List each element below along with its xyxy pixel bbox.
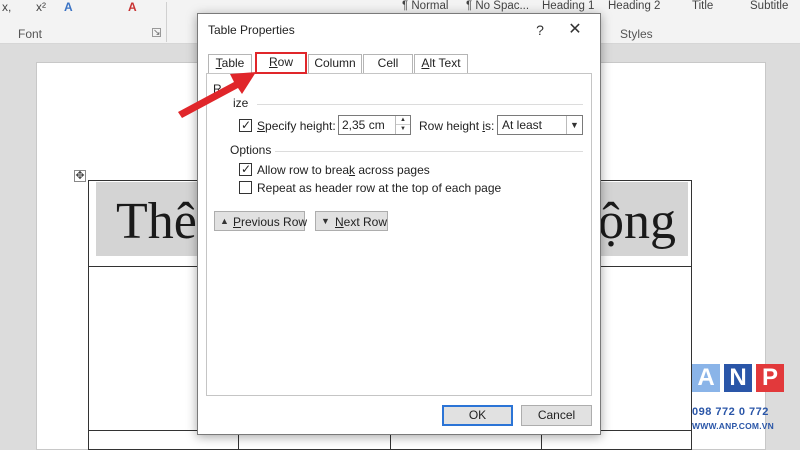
dialog-tabs: Table Row Column Cell Alt Text [208, 52, 588, 74]
repeat-header-row-checkbox[interactable] [239, 181, 252, 194]
logo-letter-a: A [692, 364, 720, 392]
next-row-button[interactable]: ▼ Next Row [315, 211, 388, 231]
tab-row[interactable]: Row [255, 52, 307, 74]
help-button[interactable]: ? [530, 20, 550, 40]
tab-column[interactable]: Column [308, 54, 362, 73]
cancel-button[interactable]: Cancel [521, 405, 592, 426]
styles-group-label: Styles [620, 27, 653, 41]
spin-up-icon[interactable]: ▲ [396, 116, 410, 125]
size-section-rule [257, 104, 583, 105]
heading-text-right: ộng [598, 193, 676, 250]
logo-url: WWW.ANP.COM.VN [692, 421, 774, 431]
specify-height-checkbox[interactable]: ✓ [239, 118, 252, 132]
options-section-rule [275, 151, 583, 152]
style-title[interactable]: Title [690, 0, 713, 16]
font-dialog-launcher-icon[interactable]: ↘ [152, 28, 161, 37]
subscript-button[interactable]: x, [2, 0, 11, 14]
style-subtitle[interactable]: Subtitle [748, 0, 788, 16]
logo-phone: 098 772 0 772 [692, 406, 769, 418]
style-heading-2[interactable]: Heading 2 [606, 0, 660, 16]
ribbon-separator [166, 2, 167, 42]
row-height-mode-select[interactable]: At least ▼ [497, 115, 583, 135]
triangle-down-icon: ▼ [321, 216, 330, 226]
font-group-label: Font [18, 27, 43, 41]
tab-cell[interactable]: Cell [363, 54, 413, 73]
height-spinner: ▲ ▼ [338, 115, 411, 135]
height-input[interactable] [339, 116, 395, 134]
spin-down-icon[interactable]: ▼ [396, 125, 410, 134]
previous-row-button[interactable]: ▲ Previous Row [214, 211, 307, 231]
logo-letter-n: N [724, 364, 752, 392]
text-effects-button[interactable]: A [64, 0, 73, 14]
superscript-button[interactable]: x² [36, 0, 46, 14]
close-button[interactable]: ✕ [565, 20, 585, 40]
arrow-shape [178, 72, 256, 118]
chevron-down-icon: ▼ [566, 116, 582, 134]
options-section-heading: Options [230, 143, 272, 157]
ok-button[interactable]: OK [442, 405, 513, 426]
allow-row-break-label: Allow row to break across pages [257, 163, 430, 177]
check-mark-icon: ✓ [241, 162, 252, 176]
triangle-up-icon: ▲ [220, 216, 229, 226]
row-height-mode-value: At least [502, 118, 543, 132]
row-tab-panel: R ize ✓ Specify height: ▲ ▼ Row height i… [206, 73, 592, 396]
anp-logo: A N P 098 772 0 772 WWW.ANP.COM.VN [692, 364, 788, 436]
specify-height-label: Specify height: [257, 119, 336, 133]
logo-letter-p: P [756, 364, 784, 392]
tab-alt-text[interactable]: Alt Text [414, 54, 468, 73]
repeat-header-row-label: Repeat as header row at the top of each … [257, 181, 502, 195]
allow-row-break-checkbox[interactable]: ✓ [239, 162, 252, 176]
font-color-button[interactable]: A [128, 0, 137, 14]
heading-text-left: Thê [116, 193, 197, 250]
dialog-title: Table Properties [208, 23, 295, 37]
table-move-handle-icon[interactable]: ✥ [74, 170, 86, 182]
row-height-is-label: Row height is: [419, 119, 495, 133]
dialog-title-bar[interactable]: Table Properties ? ✕ [198, 14, 600, 46]
